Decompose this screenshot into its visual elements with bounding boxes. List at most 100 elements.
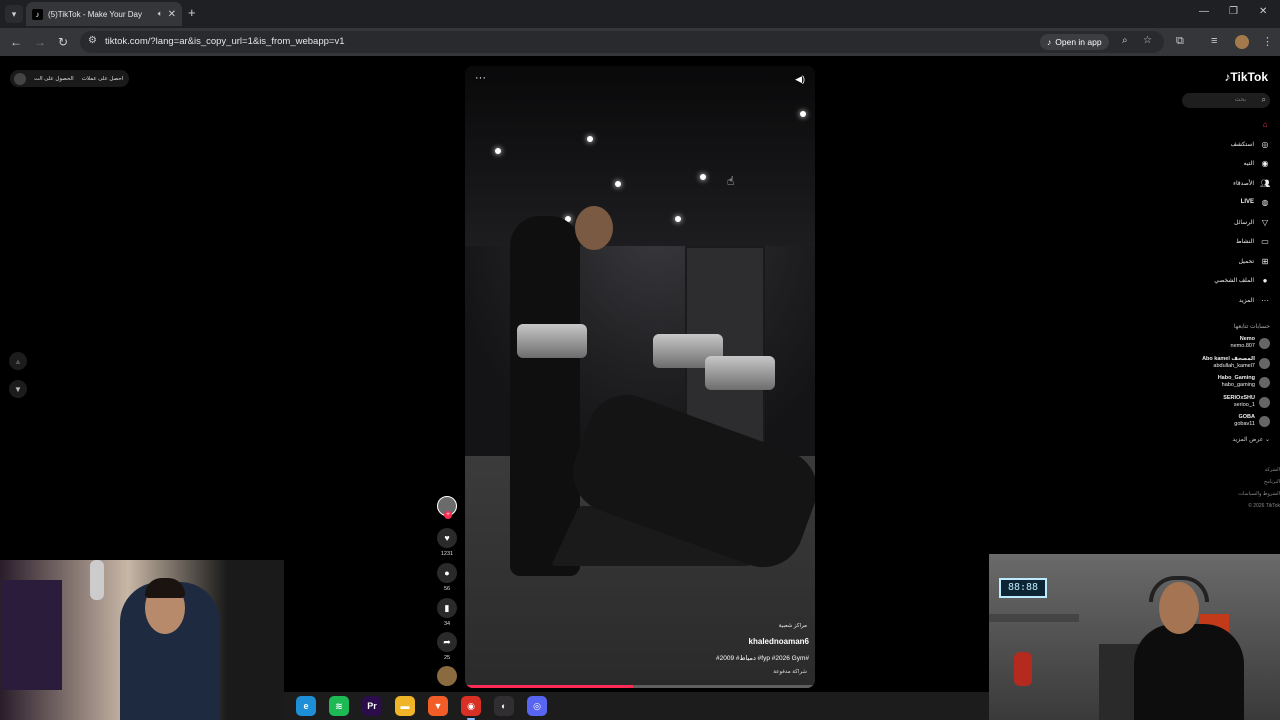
home-icon: ⌂ — [1262, 119, 1268, 129]
streamer-body — [1134, 624, 1244, 720]
following-account[interactable]: SERIOxSHU serioo_1 — [1223, 395, 1270, 409]
url-text[interactable]: tiktok.com/?lang=ar&is_copy_url=1&is_fro… — [105, 36, 344, 47]
sidebar-item-profile[interactable]: الملف الشخصي ● — [1214, 273, 1270, 287]
tiktok-logo[interactable]: ♪TikTok — [1224, 70, 1268, 84]
close-window-icon[interactable]: ✕ — [1259, 6, 1267, 17]
sidebar-item-activity[interactable]: النشاط ▭ — [1236, 234, 1270, 248]
new-tab-button[interactable]: + — [188, 5, 196, 20]
tab-title: (5)TikTok - Make Your Day — [48, 9, 142, 19]
sidebar-item-friends[interactable]: الأصدقاء 👥︎ — [1233, 176, 1270, 190]
back-icon[interactable]: ← — [10, 35, 22, 49]
taskbar-spotify-icon[interactable]: ≋ — [329, 696, 349, 716]
ceiling-light — [495, 148, 501, 154]
get-coins-link[interactable]: احصل على عملات — [82, 76, 124, 82]
ceiling-light — [700, 174, 706, 180]
bookmark-icon[interactable]: ▮ — [437, 598, 457, 618]
minimize-icon[interactable]: — — [1199, 6, 1209, 17]
video-author[interactable]: khalednoaman6 — [749, 637, 809, 646]
zoom-icon[interactable]: ⌕ — [1122, 35, 1128, 46]
following-account[interactable]: Habo_Gaming habo_gaming — [1218, 375, 1270, 389]
sidebar-item-live[interactable]: LIVE ◍ — [1241, 195, 1270, 209]
headset — [1149, 576, 1209, 602]
sidebar-item-home[interactable]: ⌂ — [1254, 117, 1270, 131]
video-player[interactable]: ··· ◀︎) ☝ مراكز شعبية khalednoaman6 #200… — [465, 66, 815, 688]
trainer-figure — [510, 216, 580, 576]
footer-link[interactable]: الشروط والسياسات — [1238, 488, 1280, 500]
search-icon[interactable]: ⌕ — [1262, 95, 1266, 105]
reading-list-icon[interactable]: ≡ — [1211, 35, 1217, 47]
taskbar-brave-icon[interactable]: ▼ — [428, 696, 448, 716]
comment-icon[interactable]: ● — [437, 563, 457, 583]
taskbar-premiere-icon[interactable]: Pr — [362, 696, 382, 716]
toy-figure — [1014, 652, 1032, 686]
footer-links: الشركة البرنامج الشروط والسياسات © 2026 … — [1238, 464, 1280, 512]
top-actions-bar: الحصول على الت احصل على عملات — [10, 70, 130, 87]
shelf — [989, 614, 1079, 622]
taskbar-chrome-icon[interactable]: ◉ — [461, 696, 481, 720]
next-video-button[interactable]: ▼ — [9, 380, 27, 398]
tab-search-button[interactable]: ▾ — [5, 5, 23, 23]
taskbar-edge-icon[interactable]: e — [296, 696, 316, 716]
site-info-icon[interactable]: ⚙ — [88, 35, 97, 46]
pc-case — [2, 580, 62, 690]
following-account[interactable]: Abo kamel المصحف abdullah_kamel7 — [1202, 356, 1270, 370]
video-progress-fill — [465, 685, 633, 688]
browser-tab-strip: ▾ ♪ (5)TikTok - Make Your Day 🔈︎ ✕ + — ❐… — [0, 0, 1280, 28]
streamer-hair — [145, 578, 185, 598]
forward-icon[interactable]: → — [34, 35, 46, 49]
sidebar-item-messages[interactable]: الرسائل ▽ — [1234, 215, 1270, 229]
profile-avatar[interactable] — [1235, 35, 1249, 49]
share-arrow-icon[interactable]: ➦ — [437, 632, 457, 652]
more-options-icon[interactable]: ··· — [475, 72, 486, 84]
open-in-app-button[interactable]: ♪ Open in app — [1040, 34, 1109, 50]
footer-link[interactable]: البرنامج — [1238, 476, 1280, 488]
reload-icon[interactable]: ↻ — [58, 35, 68, 49]
volume-icon[interactable]: ◀︎) — [795, 74, 805, 85]
avatar — [1259, 337, 1270, 349]
following-account[interactable]: GOBA gobav11 — [1234, 414, 1270, 428]
see-more-button[interactable]: عرض المزيد ⌄ — [1232, 436, 1270, 443]
more-icon: ··· — [1261, 295, 1269, 305]
browser-toolbar: ← → ↻ ⚙ tiktok.com/?lang=ar&is_copy_url=… — [0, 28, 1280, 56]
speaker-icon[interactable]: 🔈︎ — [158, 9, 163, 19]
friends-icon: 👥︎ — [1260, 178, 1271, 188]
sidebar-item-upload[interactable]: تحميل ⊞ — [1239, 254, 1270, 268]
ceiling-light — [615, 181, 621, 187]
trainer-head — [575, 206, 613, 250]
save-count: 34 — [443, 621, 451, 627]
like-heart-icon[interactable]: ♥ — [437, 528, 457, 548]
taskbar-obs-icon[interactable]: ◐ — [494, 696, 514, 716]
user-avatar[interactable] — [14, 72, 26, 85]
sidebar-item-more[interactable]: المزيد ··· — [1239, 293, 1270, 307]
copyright-text: © 2026 TikTok — [1248, 503, 1280, 509]
chevron-down-icon: ⌄ — [1264, 437, 1270, 443]
previous-video-button[interactable]: ▲ — [9, 352, 27, 370]
close-tab-icon[interactable]: ✕ — [168, 9, 176, 20]
music-disc-icon[interactable] — [437, 666, 457, 686]
video-progress-bar[interactable] — [465, 685, 815, 688]
search-input[interactable]: بحث ⌕ — [1182, 93, 1270, 108]
sidebar-item-explore[interactable]: استكشف ◎ — [1231, 137, 1270, 151]
taskbar-discord-icon[interactable]: ◎ — [527, 696, 547, 716]
restore-icon[interactable]: ❐ — [1229, 6, 1238, 17]
address-bar[interactable]: ⚙ tiktok.com/?lang=ar&is_copy_url=1&is_f… — [80, 31, 1164, 53]
video-caption[interactable]: #2009 #دمياط #fyp #2026 Gym# — [716, 654, 809, 662]
video-ceiling — [465, 66, 815, 246]
browser-tab[interactable]: ♪ (5)TikTok - Make Your Day 🔈︎ ✕ — [26, 2, 182, 26]
get-app-link[interactable]: الحصول على الت — [34, 76, 74, 82]
profile-icon: ● — [1262, 275, 1268, 285]
upload-icon: ⊞ — [1261, 256, 1269, 266]
tiktok-icon: ♪ — [1047, 37, 1052, 47]
bookmark-star-icon[interactable]: ☆ — [1143, 35, 1152, 46]
gaming-chair — [1099, 644, 1139, 720]
extensions-icon[interactable]: ⧉ — [1176, 35, 1184, 48]
sidebar-item-following[interactable]: التيه ◉ — [1244, 156, 1270, 170]
menu-kebab-icon[interactable]: ⋮ — [1262, 35, 1273, 48]
right-sidebar: ♪TikTok بحث ⌕ ⌂ استكشف ◎ التيه ◉ الأصدقاء 👥… — [1180, 66, 1280, 516]
footer-link[interactable]: الشركة — [1238, 464, 1280, 476]
following-account[interactable]: Nemo nemo.807 — [1231, 336, 1270, 350]
ceiling-light — [800, 111, 806, 117]
taskbar-files-icon[interactable]: ▬ — [395, 696, 415, 716]
messages-icon: ▽ — [1261, 217, 1269, 227]
follow-plus-icon[interactable]: + — [444, 511, 452, 519]
